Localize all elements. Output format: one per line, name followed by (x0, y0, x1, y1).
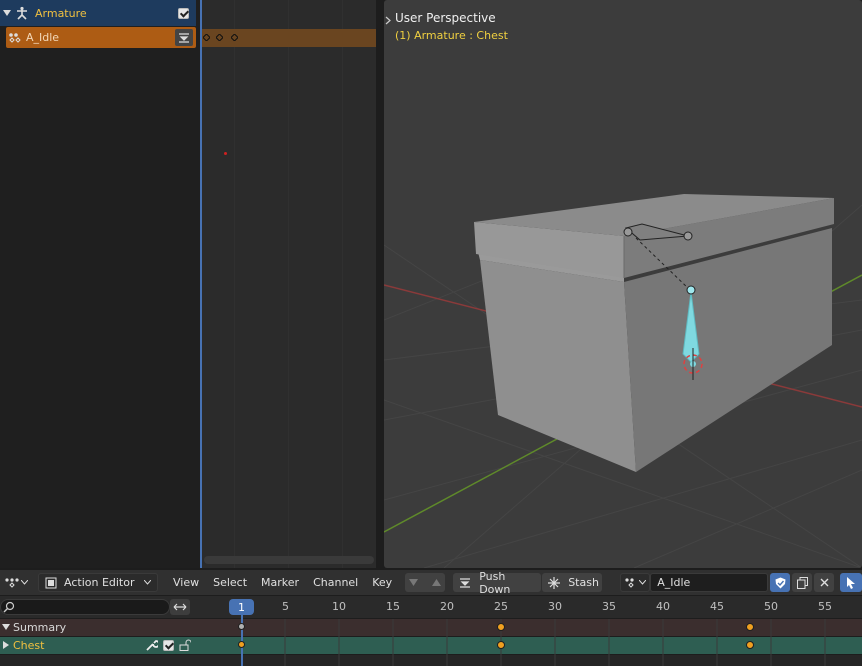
unlock-icon[interactable] (179, 639, 191, 651)
cursor-icon (846, 576, 856, 589)
keyframe-chest[interactable] (497, 641, 505, 649)
editor-type-dropdown[interactable] (2, 573, 32, 592)
nla-scrollbar[interactable] (204, 556, 374, 564)
keyframe-chest[interactable] (746, 641, 754, 649)
snowflake-icon (548, 576, 561, 589)
action-label: A_Idle (26, 31, 60, 44)
action-strip[interactable] (202, 29, 384, 47)
new-action-button[interactable] (792, 573, 813, 592)
dopesheet-icon (5, 577, 19, 589)
menu-key[interactable]: Key (365, 576, 399, 589)
menu-channel[interactable]: Channel (306, 576, 365, 589)
keyframe-summary[interactable] (746, 623, 754, 631)
dopesheet-grid (284, 619, 826, 666)
menu-select[interactable]: Select (206, 576, 254, 589)
layer-nav-buttons (405, 573, 446, 592)
keyframe-marker (216, 34, 223, 41)
keyframe-marker (231, 34, 238, 41)
push-down-label: Push Down (479, 569, 511, 596)
action-icon (8, 32, 22, 44)
viewport-subtitle: (1) Armature : Chest (395, 29, 508, 42)
tick-label: 50 (764, 600, 778, 613)
action-editor-icon (45, 577, 57, 589)
keyframe-marker (203, 34, 210, 41)
search-icon (3, 601, 15, 613)
playhead-line[interactable] (241, 614, 243, 666)
action-name-value: A_Idle (657, 576, 691, 589)
armature-enable-checkbox[interactable] (178, 7, 189, 19)
menu-view[interactable]: View (166, 576, 206, 589)
tick-label: 40 (656, 600, 670, 613)
unlink-action-button[interactable] (814, 573, 835, 592)
tick-label: 45 (710, 600, 724, 613)
triangle-down-icon[interactable] (409, 579, 419, 586)
action-name-field[interactable]: A_Idle (650, 573, 769, 592)
chevron-down-icon (144, 580, 151, 585)
collapse-arrow-icon[interactable] (3, 9, 11, 17)
chevron-down-icon (21, 580, 28, 585)
nla-channel-list (0, 0, 200, 568)
nla-playhead-line[interactable] (200, 0, 202, 568)
tick-label: 5 (282, 600, 289, 613)
expand-arrow-icon[interactable] (3, 641, 9, 649)
action-icon (624, 577, 638, 589)
mode-label: Action Editor (64, 576, 135, 589)
red-dot-marker (224, 152, 227, 155)
summary-label: Summary (13, 621, 67, 634)
stash-label: Stash (568, 576, 599, 589)
collapse-arrow-icon[interactable] (2, 624, 10, 631)
viewport-title: User Perspective (395, 11, 496, 25)
shield-icon (775, 577, 786, 589)
nla-strip-area[interactable] (200, 0, 384, 568)
duplicate-icon (796, 576, 808, 589)
mode-dropdown[interactable]: Action Editor (38, 573, 158, 592)
armature-label: Armature (35, 6, 87, 20)
action-editor-header: Action Editor View Select Marker Channel… (0, 570, 862, 596)
region-divider[interactable] (376, 0, 384, 568)
wrench-icon[interactable] (146, 639, 158, 651)
keyframe-summary[interactable] (497, 623, 505, 631)
menu-marker[interactable]: Marker (254, 576, 306, 589)
tick-label: 15 (386, 600, 400, 613)
3d-viewport[interactable] (384, 0, 862, 568)
chest-label: Chest (13, 639, 45, 652)
chevron-right-icon[interactable] (385, 16, 391, 25)
swap-arrows-icon[interactable] (170, 599, 190, 615)
chevron-down-icon (639, 580, 647, 585)
tick-label: 30 (548, 600, 562, 613)
armature-icon (15, 6, 29, 20)
tick-label: 20 (440, 600, 454, 613)
nla-row-armature[interactable]: Armature (0, 0, 196, 26)
tick-label: 35 (602, 600, 616, 613)
push-down-button[interactable]: Push Down (453, 570, 542, 596)
chest-enable-checkbox[interactable] (163, 640, 174, 651)
tick-label: 55 (818, 600, 832, 613)
push-down-small-icon[interactable] (175, 29, 193, 46)
fake-user-toggle[interactable] (770, 573, 791, 592)
channel-search-input[interactable] (0, 599, 170, 615)
push-down-icon (459, 577, 471, 589)
current-frame-label: 1 (238, 600, 245, 614)
nla-row-action[interactable]: A_Idle (6, 27, 196, 48)
triangle-up-icon[interactable] (432, 579, 442, 586)
keyframe-summary[interactable] (238, 623, 245, 630)
current-frame-indicator[interactable]: 1 (229, 599, 254, 615)
close-icon (820, 578, 829, 587)
viewport-scene (384, 194, 862, 568)
stash-button[interactable]: Stash (542, 573, 603, 592)
tick-label: 10 (332, 600, 346, 613)
tick-label: 25 (494, 600, 508, 613)
action-browse-dropdown[interactable] (620, 573, 651, 592)
select-tool-button[interactable] (840, 573, 862, 592)
keyframe-chest[interactable] (238, 641, 245, 648)
